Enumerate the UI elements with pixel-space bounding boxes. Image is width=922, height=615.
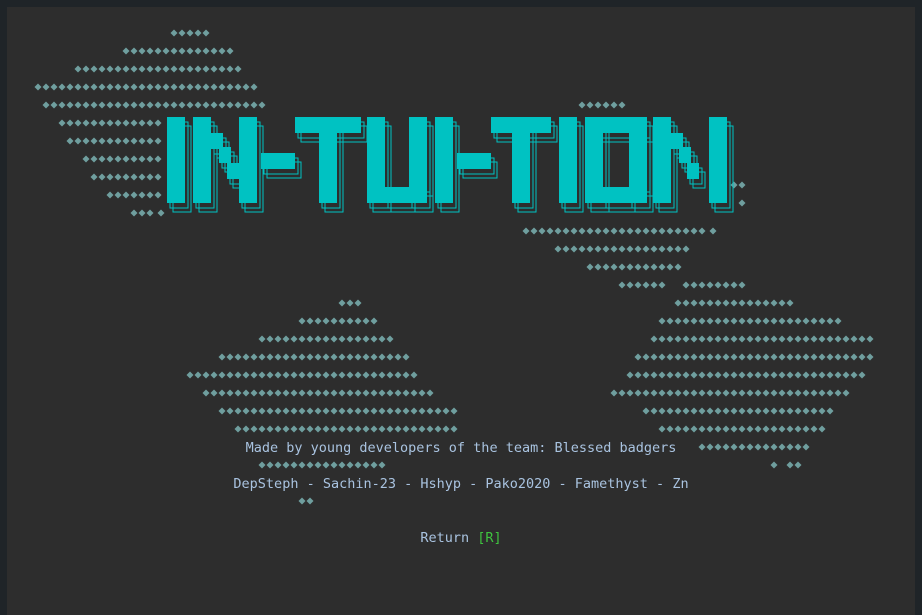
made-by-text: Made by young developers of the team: Bl… [245, 440, 677, 456]
credits-text: DepSteph - Sachin-23 - Hshyp - Pako2020 … [233, 476, 689, 492]
return-key-hint[interactable]: [R] [477, 530, 501, 546]
terminal-screen: Made by young developers of the team: Bl… [7, 7, 915, 615]
return-row[interactable]: Return [R] [7, 530, 915, 546]
title-logo [167, 117, 734, 213]
return-label[interactable]: Return [420, 530, 469, 546]
